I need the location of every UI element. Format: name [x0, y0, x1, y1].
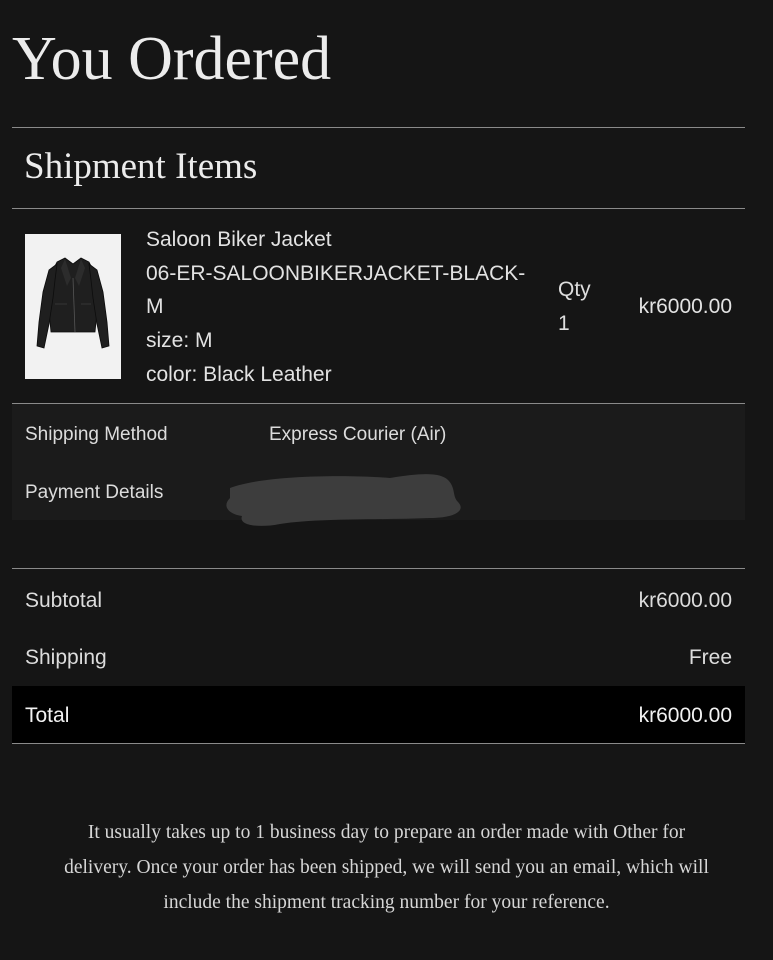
subtotal-value: kr6000.00: [638, 589, 732, 612]
summary-divider: [12, 568, 745, 569]
shipping-method-label: Shipping Method: [25, 424, 168, 445]
product-image[interactable]: [25, 234, 121, 379]
item-size: size: M: [146, 329, 213, 352]
shipping-value: Free: [688, 646, 732, 669]
leather-jacket-icon: [36, 257, 110, 349]
qty-value: 1: [558, 312, 570, 335]
total-divider: [12, 743, 745, 744]
payment-redaction-mark: [226, 474, 461, 526]
payment-details-label: Payment Details: [25, 482, 164, 503]
item-sku: 06-ER-SALOONBIKERJACKET-BLACK-: [146, 262, 526, 285]
subtotal-label: Subtotal: [25, 589, 103, 612]
delivery-note-line-1: It usually takes up to 1 business day to…: [87, 822, 686, 843]
page-title: You Ordered: [12, 25, 332, 93]
delivery-note-line-2: delivery. Once your order has been shipp…: [64, 857, 709, 878]
shipping-method-value: Express Courier (Air): [269, 424, 447, 445]
delivery-note: It usually takes up to 1 business day to…: [12, 815, 761, 920]
section-title: Shipment Items: [24, 146, 258, 187]
total-label: Total: [25, 704, 70, 727]
item-sku-continued: M: [146, 295, 164, 318]
item-color: color: Black Leather: [146, 363, 332, 386]
qty-label: Qty: [558, 278, 591, 301]
total-row: [12, 686, 745, 743]
title-divider: [12, 127, 745, 128]
shipping-label: Shipping: [25, 646, 107, 669]
item-name[interactable]: Saloon Biker Jacket: [146, 229, 332, 250]
total-value: kr6000.00: [638, 704, 732, 727]
section-divider: [12, 208, 745, 209]
delivery-note-line-3: include the shipment tracking number for…: [163, 892, 610, 913]
item-price: kr6000.00: [638, 295, 732, 318]
